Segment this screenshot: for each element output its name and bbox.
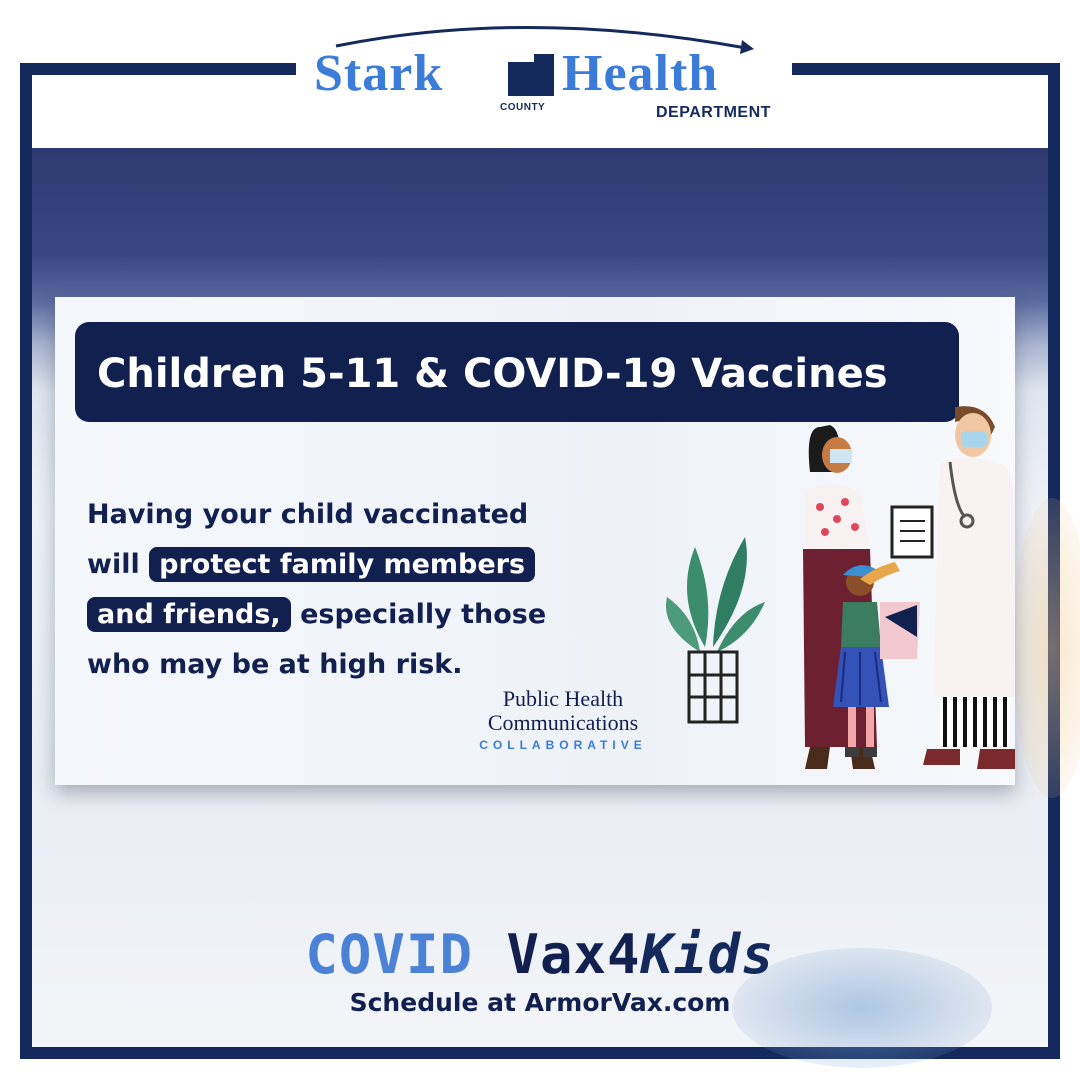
plant-icon [665, 537, 765, 724]
body-line-3: and friends, especially those [87, 590, 647, 640]
logo-county: COUNTY [500, 102, 546, 113]
body-especially: especially those [300, 599, 547, 630]
background-blur-warm [1012, 498, 1080, 798]
highlight-friends: and friends, [87, 597, 291, 632]
card-title: Children 5-11 & COVID-19 Vaccines [97, 351, 888, 397]
credit-line-2: Communications [487, 710, 639, 735]
campaign-kids: Kids [640, 923, 775, 986]
county-map-icon [508, 54, 554, 96]
doctor-figure [860, 406, 1015, 769]
mother-figure [803, 425, 877, 769]
body-line-2: will protect family members [87, 540, 647, 590]
campaign-covid: COVID [305, 923, 473, 986]
campaign-title: COVID Vax4Kids [0, 925, 1080, 985]
logo-department: DEPARTMENT [656, 104, 771, 121]
stark-county-health-logo: Stark Health COUNTY DEPARTMENT [296, 18, 792, 130]
credit-line-1: Public Health [502, 686, 624, 711]
body-line-4: who may be at high risk. [87, 649, 463, 680]
highlight-protect: protect family members [149, 547, 536, 582]
campaign-vax4: Vax4 [506, 923, 641, 986]
family-doctor-illustration [665, 406, 1015, 769]
logo-word-health: Health [562, 45, 719, 102]
logo-word-stark: Stark [314, 45, 444, 102]
body-line-1: Having your child vaccinated [87, 499, 529, 530]
card-body: Having your child vaccinated will protec… [87, 490, 647, 690]
credit-line-3: COLLABORATIVE [479, 738, 647, 752]
phc-credit-logo: Public Health Communications COLLABORATI… [468, 686, 658, 753]
schedule-text: Schedule at ArmorVax.com [349, 988, 731, 1017]
info-card: Children 5-11 & COVID-19 Vaccines Having… [55, 297, 1015, 785]
body-will: will [87, 549, 140, 580]
